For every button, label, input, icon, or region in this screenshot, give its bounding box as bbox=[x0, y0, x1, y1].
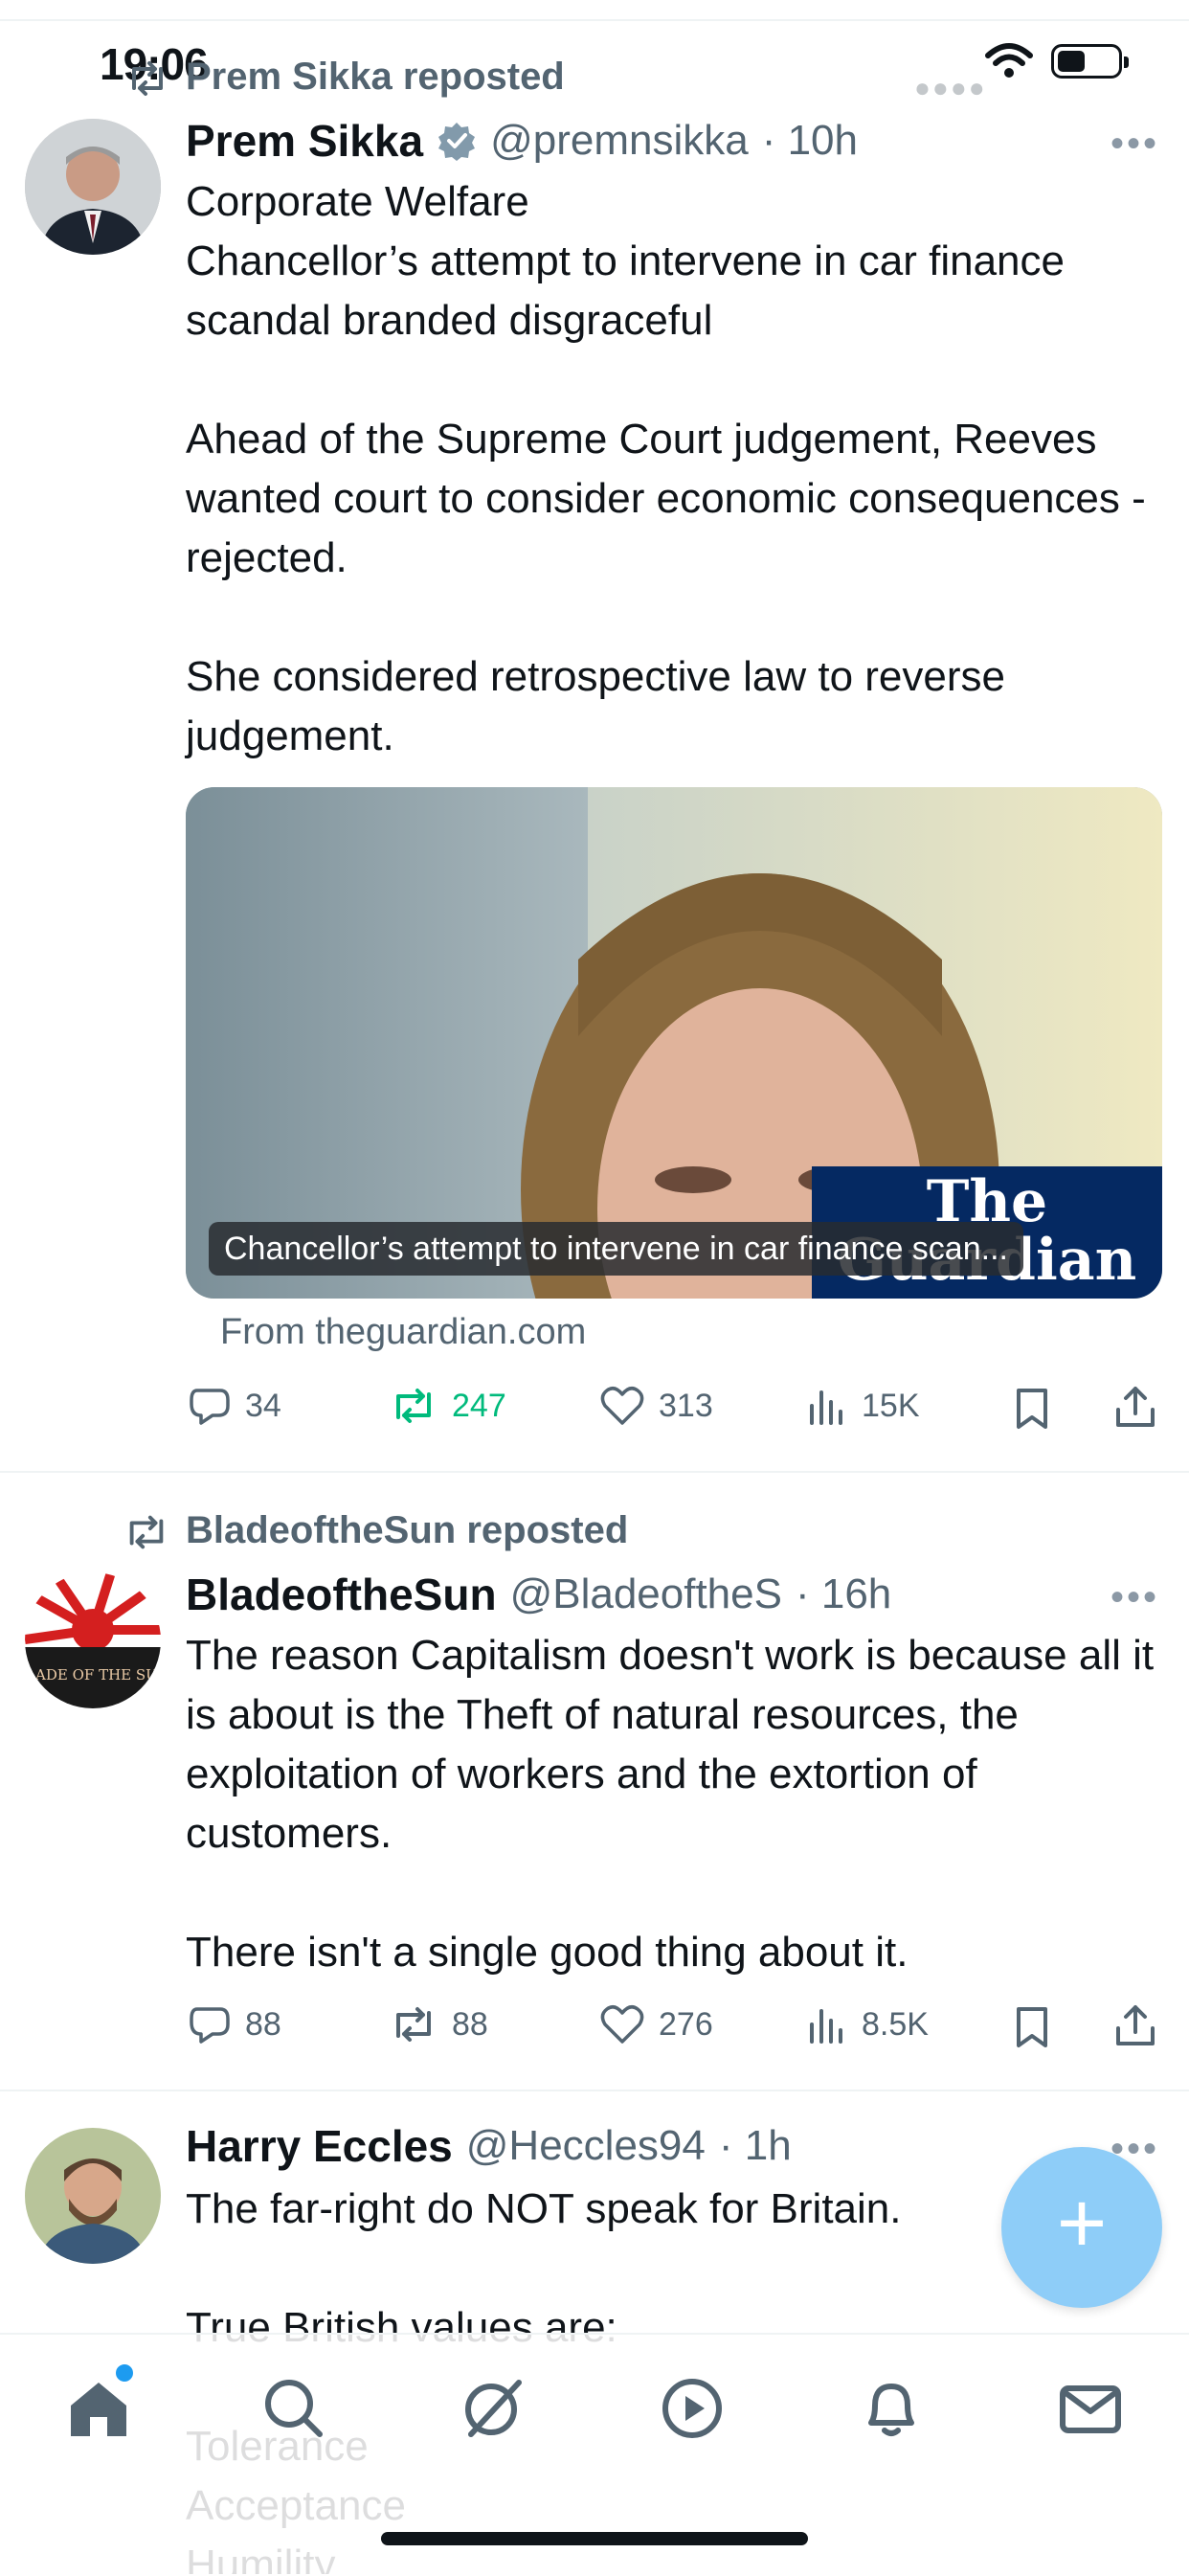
reply-count: 34 bbox=[245, 1387, 281, 1424]
battery-icon bbox=[1051, 44, 1129, 79]
compose-button[interactable]: + bbox=[1001, 2147, 1162, 2308]
card-caption: Chancellor’s attempt to intervene in car… bbox=[209, 1222, 1023, 1276]
video-icon[interactable] bbox=[659, 2375, 726, 2442]
more-options-icon[interactable]: ••• bbox=[1110, 123, 1159, 166]
reply-count: 88 bbox=[245, 2005, 281, 2043]
more-options-icon[interactable]: ••• bbox=[1110, 1576, 1159, 1619]
post-divider bbox=[0, 1471, 1189, 1473]
share-icon[interactable] bbox=[1114, 2003, 1156, 2047]
handle[interactable]: @Heccles94 bbox=[466, 2122, 706, 2170]
messages-icon[interactable] bbox=[1057, 2375, 1124, 2442]
avatar[interactable] bbox=[25, 2128, 161, 2264]
repost-button[interactable]: 247 bbox=[389, 1385, 506, 1427]
handle[interactable]: @BladeoftheS bbox=[510, 1570, 782, 1618]
share-icon[interactable] bbox=[1114, 1385, 1156, 1429]
signal-icon: ●●●● bbox=[914, 73, 987, 102]
analytics-icon bbox=[810, 1390, 842, 1425]
post-header: BladeoftheSun @BladeoftheS · 16h bbox=[186, 1569, 891, 1620]
repost-button[interactable]: 88 bbox=[389, 2003, 488, 2045]
views-button[interactable]: 8.5K bbox=[806, 2003, 929, 2045]
social-context[interactable]: BladeoftheSun reposted bbox=[186, 1509, 628, 1552]
display-name[interactable]: BladeoftheSun bbox=[186, 1569, 497, 1620]
repost-icon bbox=[396, 2007, 431, 2042]
bookmark-icon[interactable] bbox=[1013, 2005, 1051, 2049]
timestamp[interactable]: · 16h bbox=[796, 1570, 891, 1618]
reply-icon bbox=[190, 1389, 230, 1425]
reply-button[interactable]: 88 bbox=[188, 2003, 281, 2045]
home-icon[interactable] bbox=[65, 2375, 132, 2442]
card-source[interactable]: From theguardian.com bbox=[220, 1312, 586, 1353]
reply-button[interactable]: 34 bbox=[188, 1385, 281, 1427]
display-name[interactable]: Prem Sikka bbox=[186, 115, 423, 167]
handle[interactable]: @premnsikka bbox=[490, 117, 749, 165]
grok-icon[interactable] bbox=[460, 2375, 527, 2442]
home-indicator bbox=[381, 2532, 808, 2545]
views-button[interactable]: 15K bbox=[806, 1385, 920, 1427]
analytics-icon bbox=[810, 2009, 842, 2044]
svg-text:BLADE OF THE SUN: BLADE OF THE SUN bbox=[25, 1666, 161, 1683]
like-button[interactable]: 276 bbox=[599, 2003, 713, 2045]
view-count: 15K bbox=[862, 1387, 920, 1424]
repost-count: 88 bbox=[452, 2005, 488, 2043]
top-divider bbox=[0, 19, 1189, 21]
social-context[interactable]: Prem Sikka reposted bbox=[186, 56, 565, 99]
timestamp[interactable]: · 1h bbox=[719, 2122, 792, 2170]
heart-icon bbox=[600, 2005, 644, 2044]
post-text[interactable]: Corporate Welfare Chancellor’s attempt t… bbox=[186, 172, 1172, 766]
post-text[interactable]: The reason Capitalism doesn't work is be… bbox=[186, 1626, 1172, 1982]
repost-icon bbox=[132, 61, 163, 96]
wifi-icon bbox=[985, 43, 1033, 78]
search-icon[interactable] bbox=[260, 2375, 327, 2442]
heart-icon bbox=[600, 1387, 644, 1425]
display-name[interactable]: Harry Eccles bbox=[186, 2120, 453, 2172]
repost-count: 247 bbox=[452, 1387, 506, 1424]
repost-icon bbox=[396, 1389, 431, 1423]
post-header: Prem Sikka @premnsikka · 10h bbox=[186, 115, 858, 167]
bookmark-icon[interactable] bbox=[1013, 1387, 1051, 1431]
repost-icon bbox=[129, 1515, 164, 1549]
post-divider bbox=[0, 2090, 1189, 2091]
reply-icon bbox=[190, 2007, 230, 2044]
notifications-icon[interactable] bbox=[858, 2375, 925, 2442]
link-card[interactable]: The Guardian Chancellor’s attempt to int… bbox=[186, 787, 1162, 1299]
like-count: 313 bbox=[659, 1387, 713, 1424]
notification-dot bbox=[113, 2361, 136, 2384]
verified-badge-icon bbox=[438, 123, 476, 161]
post-header: Harry Eccles @Heccles94 · 1h bbox=[186, 2120, 792, 2172]
timestamp[interactable]: · 10h bbox=[762, 117, 858, 165]
avatar[interactable] bbox=[25, 119, 161, 255]
like-count: 276 bbox=[659, 2005, 713, 2043]
view-count: 8.5K bbox=[862, 2005, 929, 2043]
avatar[interactable]: BLADE OF THE SUN bbox=[25, 1572, 161, 1708]
like-button[interactable]: 313 bbox=[599, 1385, 713, 1427]
